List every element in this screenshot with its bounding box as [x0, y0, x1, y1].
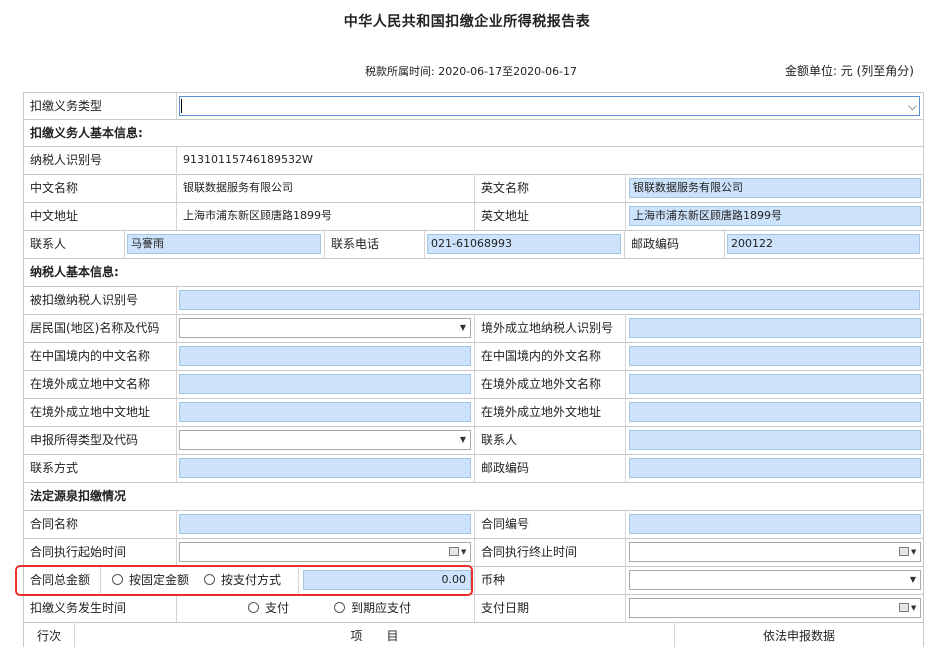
- chevron-down-icon[interactable]: ⌵: [908, 97, 917, 115]
- contact-label: 联系人: [30, 237, 67, 251]
- tax-period: 税款所属时间: 2020-06-17至2020-06-17: [365, 65, 578, 78]
- en-addr-input[interactable]: 上海市浦东新区顾唐路1899号: [629, 206, 921, 226]
- section-statutory: 法定源泉扣缴情况: [30, 489, 127, 503]
- en-addr-label: 英文地址: [474, 203, 625, 230]
- taxpayer-postcode-label: 邮政编码: [474, 455, 625, 482]
- dropdown-arrow-icon[interactable]: ▼: [910, 571, 916, 589]
- income-type-label: 申报所得类型及代码: [30, 433, 139, 447]
- foreign-addr-abroad-label: 在境外成立地外文地址: [474, 399, 625, 426]
- postcode-label: 邮政编码: [624, 231, 724, 258]
- taxpayer-contact-label: 联系人: [474, 427, 625, 454]
- contact-method-input[interactable]: [179, 458, 471, 478]
- postcode-input[interactable]: 200122: [727, 234, 920, 254]
- foreign-name-abroad-input[interactable]: [629, 374, 921, 394]
- cn-name-label: 中文名称: [30, 181, 79, 195]
- cn-name-abroad-input[interactable]: [179, 374, 471, 394]
- dropdown-arrow-icon[interactable]: ▼: [460, 319, 466, 337]
- calendar-icon[interactable]: ▼: [899, 602, 917, 614]
- col-item-header: 项 目: [74, 623, 674, 647]
- cn-name-abroad-label: 在境外成立地中文名称: [30, 377, 151, 391]
- section-taxpayer-info: 纳税人基本信息:: [30, 265, 119, 279]
- report-title: 中华人民共和国扣缴企业所得税报告表: [343, 14, 591, 30]
- contract-name-label: 合同名称: [30, 517, 79, 531]
- cn-addr-label: 中文地址: [30, 209, 79, 223]
- pay-radio[interactable]: [248, 602, 259, 613]
- taxpayer-postcode-input[interactable]: [629, 458, 921, 478]
- contract-end-label: 合同执行终止时间: [474, 539, 625, 566]
- withholder-type-label: 扣缴义务类型: [30, 99, 103, 113]
- withholder-type-select[interactable]: [179, 96, 920, 116]
- pay-label[interactable]: 支付: [265, 595, 289, 621]
- dropdown-arrow-icon[interactable]: ▼: [460, 431, 466, 449]
- highlight-box: [15, 565, 473, 596]
- calendar-icon[interactable]: ▼: [899, 546, 917, 558]
- calendar-icon[interactable]: ▼: [449, 546, 467, 558]
- text-cursor: [181, 99, 182, 113]
- tax-id-label: 纳税人识别号: [30, 153, 103, 167]
- foreign-tax-id-input[interactable]: [629, 318, 921, 338]
- contract-start-date[interactable]: ▼: [179, 542, 471, 562]
- cn-addr-abroad-label: 在境外成立地中文地址: [30, 405, 151, 419]
- due-pay-radio[interactable]: [334, 602, 345, 613]
- contact-input[interactable]: 马謇雨: [127, 234, 321, 254]
- foreign-name-in-china-label: 在中国境内的外文名称: [474, 343, 625, 370]
- phone-label: 联系电话: [324, 231, 424, 258]
- currency-select[interactable]: ▼: [629, 570, 921, 590]
- en-name-input[interactable]: 银联数据服务有限公司: [629, 178, 921, 198]
- cn-name-in-china-label: 在中国境内的中文名称: [30, 349, 151, 363]
- contract-start-label: 合同执行起始时间: [30, 545, 127, 559]
- contract-no-label: 合同编号: [474, 511, 625, 538]
- contract-end-date[interactable]: ▼: [629, 542, 921, 562]
- withheld-id-input[interactable]: [179, 290, 920, 310]
- contract-no-input[interactable]: [629, 514, 921, 534]
- currency-label: 币种: [474, 567, 625, 594]
- section-withholder-info: 扣缴义务人基本信息:: [30, 126, 143, 140]
- row-withholder-type: 扣缴义务类型 ⌵: [24, 92, 923, 119]
- col-row-header: 行次: [36, 629, 61, 643]
- occur-time-label: 扣缴义务发生时间: [30, 601, 127, 615]
- cn-name-in-china-input[interactable]: [179, 346, 471, 366]
- report-form: 扣缴义务类型 ⌵ 扣缴义务人基本信息: 纳税人识别号 9131011574618…: [23, 92, 924, 647]
- cn-addr-abroad-input[interactable]: [179, 402, 471, 422]
- foreign-name-abroad-label: 在境外成立地外文名称: [474, 371, 625, 398]
- pay-date-label: 支付日期: [474, 595, 625, 622]
- pay-date-input[interactable]: ▼: [629, 598, 921, 618]
- en-name-label: 英文名称: [474, 175, 625, 202]
- tax-id-value: 91310115746189532W: [176, 147, 923, 173]
- foreign-name-in-china-input[interactable]: [629, 346, 921, 366]
- phone-input[interactable]: 021-61068993: [427, 234, 621, 254]
- foreign-addr-abroad-input[interactable]: [629, 402, 921, 422]
- foreign-tax-id-label: 境外成立地纳税人识别号: [474, 315, 625, 342]
- contact-method-label: 联系方式: [30, 461, 79, 475]
- contract-name-input[interactable]: [179, 514, 471, 534]
- due-pay-label[interactable]: 到期应支付: [351, 595, 411, 621]
- cn-name-value: 银联数据服务有限公司: [176, 175, 474, 202]
- col-data-header: 依法申报数据: [674, 623, 923, 647]
- withheld-id-label: 被扣缴纳税人识别号: [30, 293, 139, 307]
- residence-label: 居民国(地区)名称及代码: [30, 321, 160, 335]
- taxpayer-contact-input[interactable]: [629, 430, 921, 450]
- income-type-select[interactable]: ▼: [179, 430, 471, 450]
- amount-unit: 金额单位: 元 (列至角分): [784, 64, 914, 78]
- cn-addr-value: 上海市浦东新区顾唐路1899号: [176, 203, 474, 230]
- residence-select[interactable]: ▼: [179, 318, 471, 338]
